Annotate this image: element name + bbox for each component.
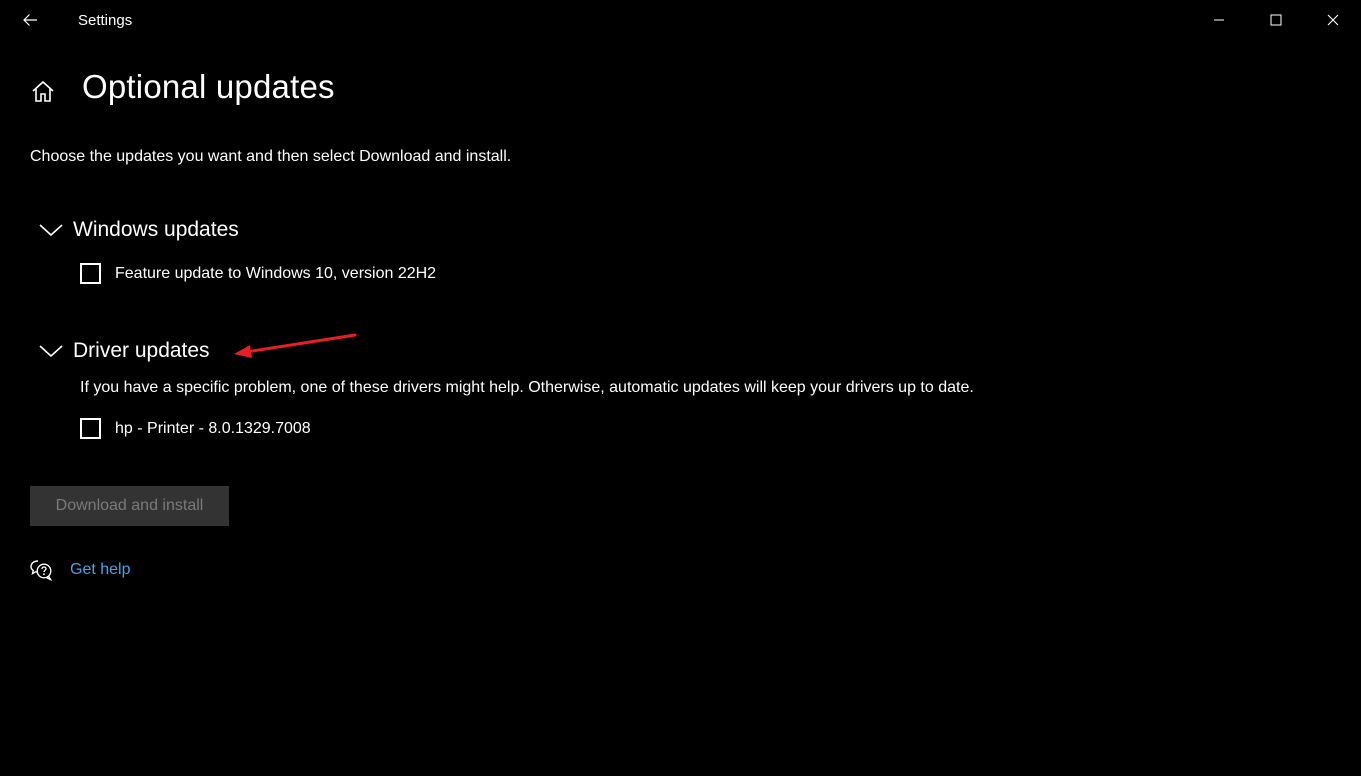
title-bar: Settings [0,0,1361,40]
intro-text: Choose the updates you want and then sel… [30,148,512,165]
home-icon[interactable] [28,76,58,106]
get-help-row[interactable]: Get help [28,557,130,583]
chevron-down-icon [36,339,66,363]
chevron-down-icon [36,218,66,242]
get-help-link[interactable]: Get help [70,561,130,579]
driver-updates-header[interactable]: Driver updates [36,339,210,363]
feature-update-label: Feature update to Windows 10, version 22… [115,264,437,282]
windows-updates-header[interactable]: Windows updates [36,218,239,242]
printer-driver-option[interactable]: hp - Printer - 8.0.1329.7008 [80,418,311,439]
chat-help-icon [28,557,54,583]
settings-window: Settings Optional updates Choose the upd… [0,0,1361,776]
minimize-icon[interactable] [1190,0,1247,40]
windows-updates-title: Windows updates [73,218,239,241]
feature-update-checkbox[interactable] [80,263,101,284]
printer-driver-label: hp - Printer - 8.0.1329.7008 [115,419,311,437]
maximize-icon[interactable] [1247,0,1304,40]
red-arrow-annotation [234,333,357,358]
driver-updates-description: If you have a specific problem, one of t… [80,379,974,396]
page-title: Optional updates [82,68,335,105]
app-title: Settings [78,12,133,29]
download-and-install-button[interactable]: Download and install [30,486,229,526]
close-icon[interactable] [1304,0,1361,40]
printer-driver-checkbox[interactable] [80,418,101,439]
driver-updates-title: Driver updates [73,339,210,362]
feature-update-option[interactable]: Feature update to Windows 10, version 22… [80,263,436,284]
back-arrow-icon[interactable] [12,4,48,36]
